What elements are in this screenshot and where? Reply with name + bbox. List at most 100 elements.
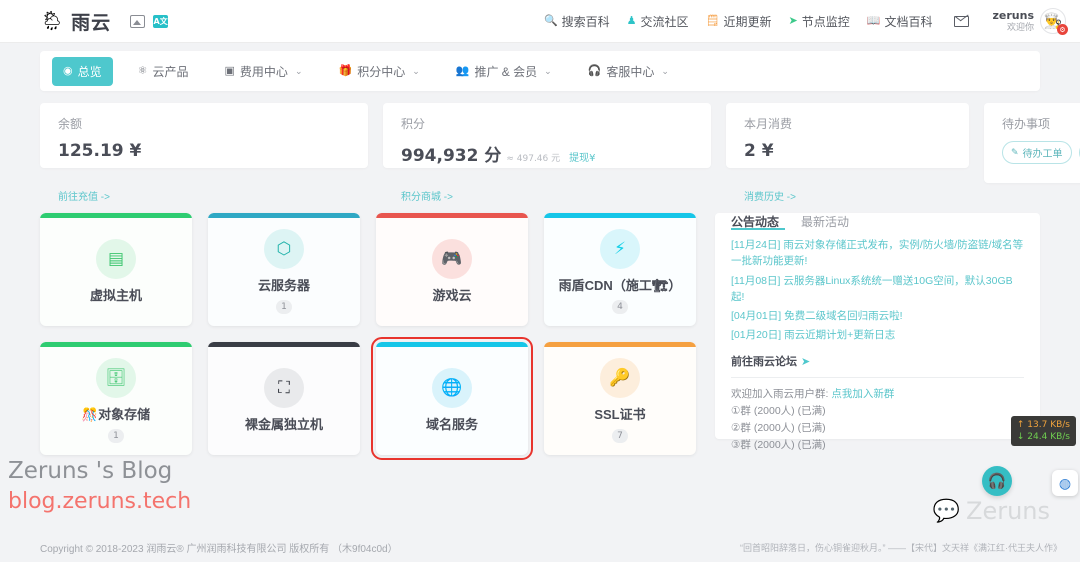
translate-ab-icon[interactable]: A文 (153, 15, 168, 28)
product-card-virtual-host[interactable]: ▤ 虚拟主机 (40, 213, 192, 326)
todo-label: 待办事项 (1002, 115, 1080, 132)
points-value-row: 994,932 分≈ 497.46 元提现¥ (401, 141, 693, 166)
gift-icon: 🎁 (338, 66, 352, 77)
product-card-domain-service[interactable]: 🌐 域名服务 (376, 342, 528, 455)
points-mall-link[interactable]: 积分商城 -> (383, 183, 711, 208)
product-count: 1 (276, 300, 292, 314)
chevron-down-icon: ⌄ (661, 66, 669, 77)
pencil-icon: ✎ (1011, 147, 1019, 158)
subnav-item-billing[interactable]: ▣ 费用中心 ⌄ (214, 57, 314, 86)
chevron-down-icon: ⌄ (295, 66, 303, 77)
footer: Copyright © 2018-2023 润雨云® 广州润雨科技有限公司 版权… (0, 532, 1080, 562)
subnav-label: 积分中心 (357, 63, 405, 80)
topnav-label: 近期更新 (724, 13, 772, 30)
topnav-label: 搜索百科 (562, 13, 610, 30)
todo-chip-tickets[interactable]: ✎ 待办工单 (1002, 141, 1072, 164)
product-title: SSL证书 (588, 407, 651, 423)
topnav-item-community[interactable]: ♟ 交流社区 (627, 13, 689, 30)
subnav-item-promotion-member[interactable]: 👥 推广 & 会员 ⌄ (445, 57, 563, 86)
brand-name: 雨云 (71, 8, 111, 35)
product-grid: ▤ 虚拟主机 ⬡ 云服务器 1 🎮 游戏云 ⚡ 雨盾CDN（施工🏗） 4 🗄 🎊… (40, 213, 700, 455)
topnav-label: 交流社区 (641, 13, 689, 30)
user-greeting: 欢迎你 (993, 22, 1035, 33)
product-card-bare-metal[interactable]: ⛶ 裸金属独立机 (208, 342, 360, 455)
database-icon: 🗄 (96, 358, 136, 398)
group-item: ③群 (2000人) (已满) (731, 437, 1024, 454)
community-icon: ♟ (627, 16, 637, 27)
page-root: 🌦 雨云 A文 🔍 搜索百科 ♟ 交流社区 🗒 近期更新 ➤ 节点监控 (0, 0, 1080, 562)
update-icon: 🗒 (706, 16, 720, 27)
tab-latest-activity[interactable]: 最新活动 (801, 213, 849, 230)
topnav-label: 文档百科 (884, 13, 932, 30)
product-title: 游戏云 (426, 288, 477, 304)
top-nav: 🔍 搜索百科 ♟ 交流社区 🗒 近期更新 ➤ 节点监控 📖 文档百科 (544, 13, 969, 30)
card-accent-bar (208, 342, 360, 347)
brand[interactable]: 🌦 雨云 A文 (40, 8, 168, 35)
network-speed-widget: ↑ 13.7 KB/s ↓ 24.4 KB/s (1011, 416, 1076, 446)
chip-label: 待办工单 (1023, 145, 1063, 160)
topnav-item-search-wiki[interactable]: 🔍 搜索百科 (544, 13, 610, 30)
network-upload-speed: ↑ 13.7 KB/s (1017, 419, 1070, 431)
users-icon: 👥 (456, 66, 470, 77)
product-title: 🎊对象存储 (76, 407, 156, 423)
announcement-item[interactable]: [11月08日] 云服务器Linux系统统一赠送10G空间，默认30GB起! (731, 273, 1024, 306)
box-icon: ⬡ (264, 229, 304, 269)
sub-nav: ◉ 总览 ⚛ 云产品 ▣ 费用中心 ⌄ 🎁 积分中心 ⌄ 👥 推广 & 会员 ⌄… (40, 51, 1040, 91)
card-accent-bar (40, 213, 192, 218)
monitor-icon: ➤ (789, 16, 798, 27)
points-card: 积分 994,932 分≈ 497.46 元提现¥ (383, 103, 711, 168)
tab-underline (731, 228, 785, 230)
topnav-item-recent-updates[interactable]: 🗒 近期更新 (706, 13, 772, 30)
watermark-wechat-name: Zeruns (966, 497, 1050, 525)
avatar[interactable]: 👨‍🍳 ⚙ (1040, 8, 1066, 34)
subnav-item-cloud-products[interactable]: ⚛ 云产品 (127, 57, 200, 86)
image-icon[interactable] (130, 15, 145, 28)
announcement-item[interactable]: [01月20日] 雨云近期计划+更新日志 (731, 327, 1024, 343)
watermark-right: 💬 Zeruns (933, 497, 1050, 525)
product-count: 4 (612, 300, 628, 314)
group-item: ②群 (2000人) (已满) (731, 420, 1024, 437)
subnav-item-overview[interactable]: ◉ 总览 (52, 57, 113, 86)
topnav-item-node-monitor[interactable]: ➤ 节点监控 (789, 13, 850, 30)
forum-link[interactable]: 前往雨云论坛 ➤ (731, 353, 1024, 378)
subnav-item-points[interactable]: 🎁 积分中心 ⌄ (327, 57, 430, 86)
user-menu[interactable]: zeruns 欢迎你 👨‍🍳 ⚙ (993, 8, 1067, 34)
join-group-link[interactable]: 点我加入新群 (831, 388, 894, 400)
product-card-cdn[interactable]: ⚡ 雨盾CDN（施工🏗） 4 (544, 213, 696, 326)
points-card-wrap: 积分 994,932 分≈ 497.46 元提现¥ 积分商城 -> (383, 103, 711, 183)
subnav-item-support[interactable]: 🎧 客服中心 ⌄ (577, 57, 680, 86)
spend-history-link[interactable]: 消费历史 -> (726, 183, 969, 208)
product-card-ssl[interactable]: 🔑 SSL证书 7 (544, 342, 696, 455)
bolt-icon: ⚡ (600, 229, 640, 269)
support-float-button[interactable]: 🎧 (982, 466, 1012, 496)
topnav-label: 节点监控 (802, 13, 850, 30)
headset-icon: 🎧 (988, 472, 1007, 490)
browser-float-button[interactable]: ◍ (1052, 470, 1078, 496)
footer-copyright: Copyright © 2018-2023 润雨云® 广州润雨科技有限公司 版权… (40, 540, 398, 555)
balance-card: 余额 125.19 ¥ (40, 103, 368, 168)
subnav-label: 推广 & 会员 (474, 63, 537, 80)
wechat-icon: 💬 (933, 499, 960, 524)
search-icon: 🔍 (544, 16, 558, 27)
announcement-item[interactable]: [11月24日] 雨云对象存储正式发布，实例/防火墙/防盗链/域名等一批新功能更… (731, 237, 1024, 270)
announcement-item[interactable]: [04月01日] 免费二级域名回归雨云啦! (731, 308, 1024, 324)
points-withdraw-link[interactable]: 提现¥ (569, 153, 595, 164)
product-card-cloud-server[interactable]: ⬡ 云服务器 1 (208, 213, 360, 326)
product-card-game-cloud[interactable]: 🎮 游戏云 (376, 213, 528, 326)
todo-card-wrap: 待办事项 ✎ 待办工单 ▣ 待续费 3 ▬ 优惠券 (984, 103, 1080, 183)
chevron-down-icon: ⌄ (544, 66, 552, 77)
card-accent-bar (376, 342, 528, 347)
balance-card-wrap: 余额 125.19 ¥ 前往充值 -> (40, 103, 368, 183)
forum-label: 前往雨云论坛 (731, 356, 797, 368)
balance-value: 125.19 ¥ (58, 141, 350, 161)
mail-icon[interactable] (954, 16, 969, 27)
topnav-item-docs[interactable]: 📖 文档百科 (867, 13, 933, 30)
wallet-icon: ▣ (225, 66, 235, 77)
product-card-object-storage[interactable]: 🗄 🎊对象存储 1 (40, 342, 192, 455)
paper-plane-icon: ➤ (801, 356, 810, 368)
globe-icon: 🌐 (432, 368, 472, 408)
group-intro: 欢迎加入雨云用户群: (731, 388, 828, 400)
card-accent-bar (208, 213, 360, 218)
subnav-label: 费用中心 (240, 63, 288, 80)
balance-recharge-link[interactable]: 前往充值 -> (40, 183, 368, 208)
